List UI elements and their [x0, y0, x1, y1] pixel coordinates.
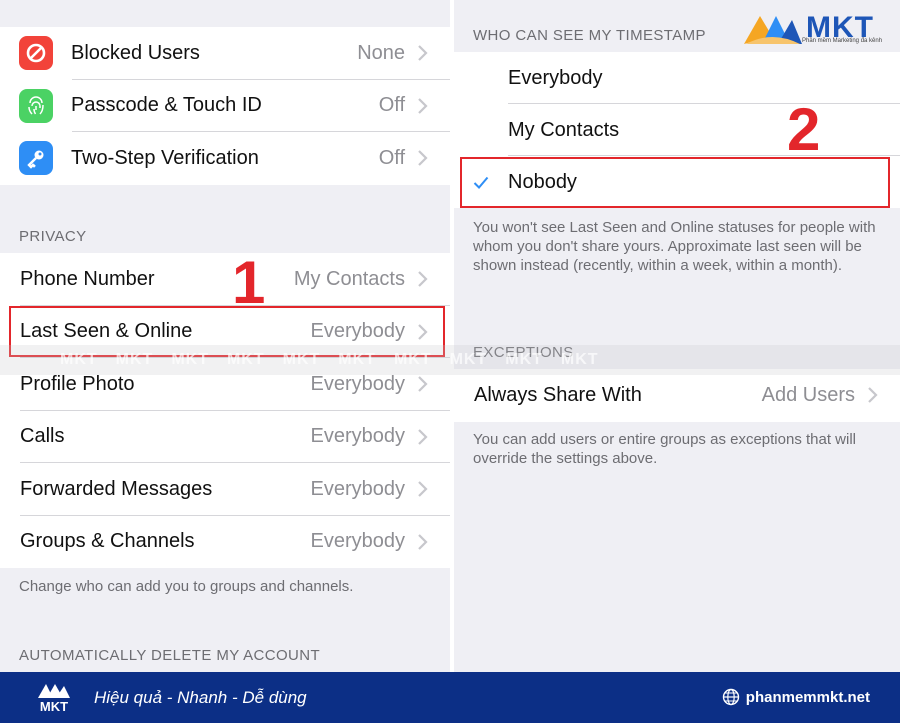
row-value: My Contacts — [293, 267, 405, 290]
timestamp-settings-panel: WHO CAN SEE MY TIMESTAMP Everybody My Co… — [454, 0, 900, 672]
brand-footer-bar: MKT Hiệu quả - Nhanh - Dễ dùng phanmemmk… — [0, 672, 900, 723]
row-label: Calls — [20, 425, 65, 448]
website-link[interactable]: phanmemmkt.net — [722, 688, 870, 706]
chevron-right-icon — [418, 150, 428, 167]
blocked-icon — [19, 36, 53, 71]
website-text: phanmemmkt.net — [745, 688, 870, 706]
row-label: Two-Step Verification — [71, 146, 259, 169]
option-label: My Contacts — [508, 118, 620, 141]
chevron-right-icon — [418, 376, 428, 393]
row-value: Everybody — [310, 477, 406, 500]
timestamp-footer: You won't see Last Seen and Online statu… — [473, 219, 876, 274]
key-icon — [19, 141, 53, 176]
row-value: None — [357, 41, 405, 64]
option-my-contacts[interactable]: My Contacts — [454, 104, 900, 156]
row-label: Groups & Channels — [20, 530, 195, 553]
footer-logo: MKT — [32, 680, 76, 716]
step-number-1: 1 — [232, 249, 266, 316]
chevron-right-icon — [418, 271, 428, 288]
logo-subtitle: Phần mềm Marketing đa kênh — [802, 38, 883, 44]
watermark-text: MKT — [115, 351, 154, 368]
footer-logo-text: MKT — [39, 699, 69, 714]
chevron-right-icon — [418, 481, 428, 498]
row-value: Everybody — [310, 372, 406, 395]
exceptions-group: Always Share With Add Users — [454, 369, 900, 422]
privacy-footer: Change who can add you to groups and cha… — [19, 578, 354, 595]
chevron-right-icon — [418, 45, 428, 62]
row-label: Always Share With — [474, 383, 642, 406]
option-everybody[interactable]: Everybody — [454, 52, 900, 104]
watermark-text: MKT — [449, 351, 488, 368]
security-group: Blocked Users None Passcode & Touch ID O… — [0, 27, 450, 185]
row-label: Passcode & Touch ID — [71, 94, 262, 117]
chevron-right-icon — [418, 97, 428, 114]
blocked-users-row[interactable]: Blocked Users None — [0, 27, 450, 80]
delete-account-header: AUTOMATICALLY DELETE MY ACCOUNT — [19, 647, 321, 664]
footer-logo-mark-icon — [38, 684, 70, 698]
chevron-right-icon — [868, 387, 878, 404]
passcode-row[interactable]: Passcode & Touch ID Off — [0, 80, 450, 132]
exceptions-footer: You can add users or entire groups as ex… — [473, 431, 857, 467]
watermark-text: MKT — [60, 351, 98, 368]
two-step-row[interactable]: Two-Step Verification Off — [0, 132, 450, 185]
privacy-group: Phone Number My Contacts Last Seen & Onl… — [0, 253, 450, 568]
row-label: Forwarded Messages — [20, 477, 213, 500]
mkt-logo-mark-icon — [744, 16, 802, 44]
privacy-settings-panel: Blocked Users None Passcode & Touch ID O… — [0, 0, 450, 672]
timestamp-header: WHO CAN SEE MY TIMESTAMP — [473, 27, 706, 44]
always-share-with-row[interactable]: Always Share With Add Users — [454, 369, 900, 422]
row-value: Everybody — [310, 530, 406, 553]
chevron-right-icon — [418, 428, 428, 445]
watermark-text: MKT — [171, 351, 209, 368]
groups-channels-row[interactable]: Groups & Channels Everybody — [0, 516, 450, 569]
row-label: Profile Photo — [20, 372, 135, 395]
option-label: Everybody — [508, 66, 603, 89]
watermark-strip: MKT MKT MKT MKT MKT MKT MKT MKT MKT MKT — [0, 345, 900, 375]
globe-icon — [722, 688, 739, 706]
row-value: Off — [378, 146, 405, 169]
watermark-text: MKT — [505, 351, 543, 368]
calls-row[interactable]: Calls Everybody — [0, 411, 450, 463]
fingerprint-icon — [19, 88, 53, 123]
privacy-header: PRIVACY — [19, 228, 87, 245]
slogan: Hiệu quả - Nhanh - Dễ dùng — [94, 687, 307, 707]
watermark-text: MKT — [560, 351, 599, 368]
forwarded-messages-row[interactable]: Forwarded Messages Everybody — [0, 463, 450, 516]
phone-number-row[interactable]: Phone Number My Contacts — [0, 253, 450, 306]
chevron-right-icon — [418, 533, 428, 550]
row-value: Off — [378, 94, 405, 117]
watermark-text: MKT — [393, 351, 432, 368]
step-number-2: 2 — [787, 96, 821, 163]
mkt-logo: MKT Phần mềm Marketing đa kênh — [742, 8, 882, 48]
watermark-text: MKT — [282, 351, 321, 368]
row-value: Add Users — [761, 383, 855, 406]
row-value: Everybody — [310, 425, 406, 448]
highlight-box-2 — [460, 157, 890, 208]
row-label: Blocked Users — [71, 41, 200, 64]
watermark-text: MKT — [338, 351, 376, 368]
watermark-text: MKT — [226, 351, 265, 368]
